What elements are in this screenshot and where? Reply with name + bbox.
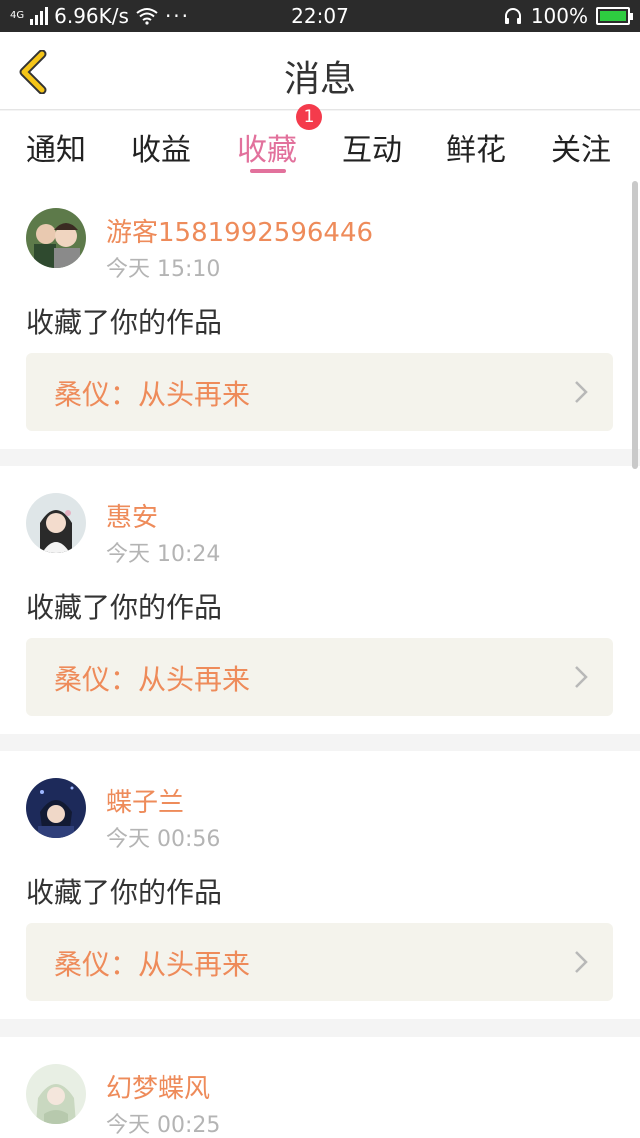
work-link[interactable]: 桑仪：从头再来 bbox=[26, 638, 613, 716]
tab-favorites[interactable]: 收藏 bbox=[237, 125, 297, 169]
battery-icon bbox=[596, 7, 633, 25]
message-time: 今天 00:25 bbox=[106, 1113, 221, 1138]
page-title: 消息 bbox=[283, 59, 356, 100]
avatar[interactable] bbox=[26, 493, 86, 553]
work-link[interactable]: 桑仪：从头再来 bbox=[26, 923, 613, 1001]
message-time: 今天 10:24 bbox=[106, 542, 221, 567]
status-right: 100% bbox=[503, 4, 633, 28]
favorites-badge: 1 bbox=[296, 104, 322, 130]
chevron-right-icon bbox=[575, 951, 588, 973]
work-title: 桑仪：从头再来 bbox=[54, 378, 251, 411]
chevron-right-icon bbox=[575, 381, 588, 403]
tab-notifications[interactable]: 通知 bbox=[26, 125, 86, 169]
user-name[interactable]: 蝶子兰 bbox=[106, 782, 184, 819]
headphones-icon bbox=[504, 8, 521, 24]
battery-percent: 100% bbox=[530, 4, 588, 28]
message-card: 幻梦蝶风 今天 00:25 bbox=[0, 1037, 640, 1138]
message-card: 蝶子兰 今天 00:56 收藏了你的作品 桑仪：从头再来 bbox=[0, 751, 640, 1019]
message-card: 游客1581992596446 今天 15:10 收藏了你的作品 桑仪：从头再来 bbox=[0, 181, 640, 449]
work-title: 桑仪：从头再来 bbox=[54, 663, 251, 696]
status-bar: 4G 6.96K/s ··· 22:07 100% bbox=[0, 0, 640, 32]
user-name[interactable]: 游客1581992596446 bbox=[106, 212, 373, 249]
work-link[interactable]: 桑仪：从头再来 bbox=[26, 353, 613, 431]
message-text: 收藏了你的作品 bbox=[26, 306, 223, 339]
scrollbar[interactable] bbox=[632, 181, 638, 469]
chevron-right-icon bbox=[575, 666, 588, 688]
app-header: 消息 bbox=[0, 32, 640, 110]
avatar[interactable] bbox=[26, 208, 86, 268]
tab-interactions[interactable]: 互动 bbox=[342, 125, 402, 169]
message-time: 今天 15:10 bbox=[106, 257, 221, 282]
message-time: 今天 00:56 bbox=[106, 827, 221, 852]
message-list: 游客1581992596446 今天 15:10 收藏了你的作品 桑仪：从头再来… bbox=[0, 181, 640, 1138]
avatar[interactable] bbox=[26, 778, 86, 838]
user-name[interactable]: 惠安 bbox=[106, 497, 158, 534]
tab-flowers[interactable]: 鲜花 bbox=[446, 125, 506, 169]
tab-following[interactable]: 关注 bbox=[551, 125, 611, 169]
message-text: 收藏了你的作品 bbox=[26, 876, 223, 909]
message-card: 惠安 今天 10:24 收藏了你的作品 桑仪：从头再来 bbox=[0, 466, 640, 734]
user-name[interactable]: 幻梦蝶风 bbox=[106, 1068, 210, 1105]
tab-earnings[interactable]: 收益 bbox=[131, 125, 191, 169]
active-tab-indicator bbox=[250, 169, 286, 173]
work-title: 桑仪：从头再来 bbox=[54, 948, 251, 981]
avatar[interactable] bbox=[26, 1064, 86, 1124]
message-text: 收藏了你的作品 bbox=[26, 591, 223, 624]
